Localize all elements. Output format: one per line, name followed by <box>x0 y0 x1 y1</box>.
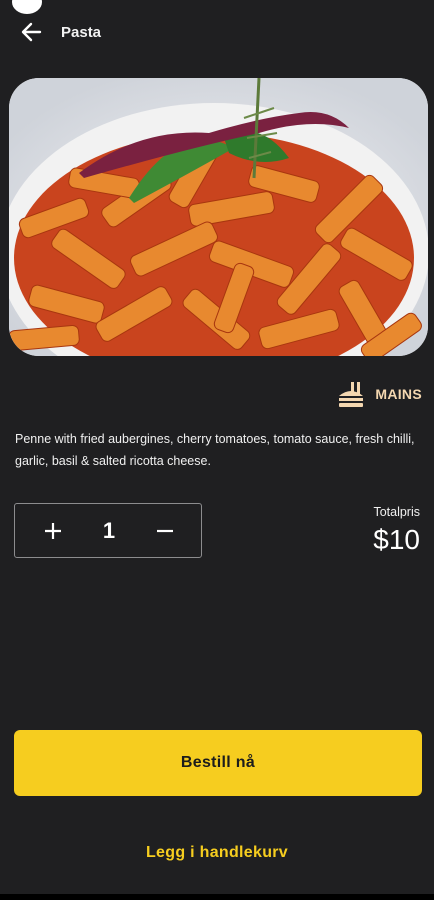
decrement-button[interactable] <box>149 515 181 547</box>
page-title: Pasta <box>61 23 102 41</box>
total-label: Totalpris <box>373 505 420 519</box>
food-icon <box>339 382 364 407</box>
category-label: MAINS <box>375 386 422 402</box>
product-description: Penne with fried aubergines, cherry toma… <box>15 432 415 468</box>
minus-icon <box>157 529 173 532</box>
status-indicator <box>12 0 42 14</box>
quantity-value: 1 <box>102 517 116 543</box>
increment-button[interactable] <box>37 515 69 547</box>
product-image <box>9 78 428 356</box>
total-price: $10 <box>373 524 420 555</box>
top-bar: Pasta <box>0 14 434 50</box>
quantity-stepper: 1 <box>14 503 202 558</box>
bottom-bar <box>0 894 434 900</box>
plus-icon <box>45 522 61 539</box>
arrow-left-icon <box>21 22 42 42</box>
order-now-button[interactable]: Bestill nå <box>14 730 422 796</box>
add-to-cart-button[interactable]: Legg i handlekurv <box>0 838 434 868</box>
back-button[interactable] <box>16 17 46 47</box>
category-tag: MAINS <box>337 380 422 408</box>
